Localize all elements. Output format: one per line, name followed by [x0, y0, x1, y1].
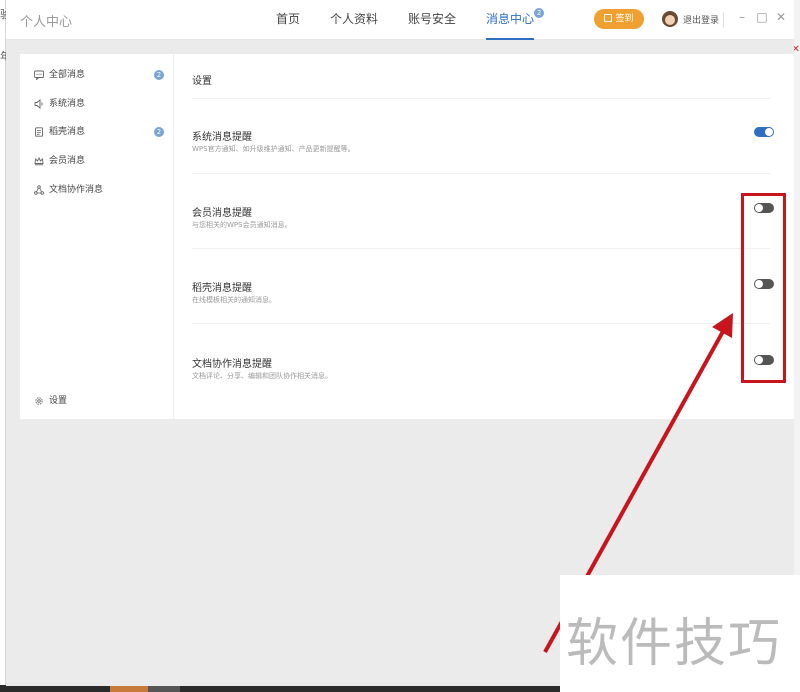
watermark-text: 软件技巧: [566, 614, 783, 674]
watermark: 软件技巧: [560, 575, 800, 692]
